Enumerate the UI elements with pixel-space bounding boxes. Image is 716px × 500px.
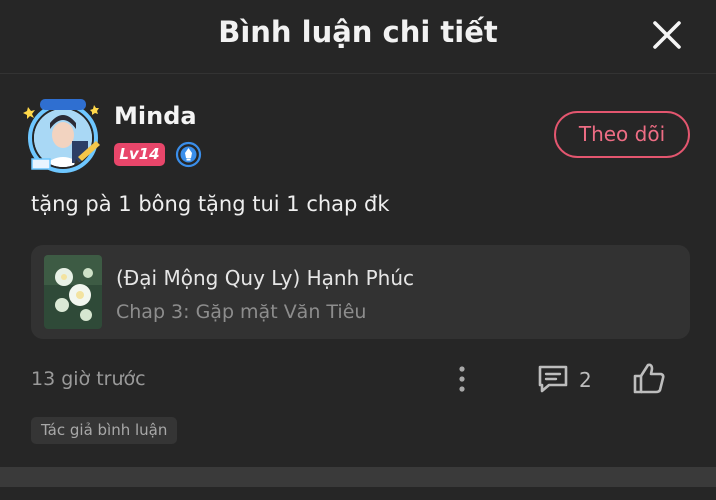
reply-count: 2 [579, 368, 592, 392]
avatar[interactable] [22, 97, 104, 173]
bottom-divider [0, 467, 716, 487]
close-icon[interactable] [648, 16, 686, 54]
story-title: (Đại Mộng Quy Ly) Hạnh Phúc [116, 266, 415, 290]
timestamp: 13 giờ trước [31, 368, 146, 390]
more-vertical-icon[interactable] [450, 364, 474, 394]
page-title: Bình luận chi tiết [218, 15, 498, 49]
chapter-card[interactable]: (Đại Mộng Quy Ly) Hạnh Phúc Chap 3: Gặp … [31, 245, 690, 339]
reply-button[interactable]: 2 [535, 362, 595, 396]
comment-text: tặng pà 1 bông tặng tui 1 chap đk [31, 192, 390, 216]
thumbs-up-icon[interactable] [631, 361, 667, 395]
story-cover-image [44, 255, 102, 329]
comment-icon [538, 365, 568, 393]
follow-button[interactable]: Theo dõi [554, 111, 690, 158]
header: Bình luận chi tiết [0, 0, 716, 74]
level-badge: Lv14 [114, 143, 165, 166]
username[interactable]: Minda [114, 102, 197, 130]
author-tag: Tác giả bình luận [31, 417, 178, 444]
rank-badge-icon [175, 141, 202, 168]
chapter-name: Chap 3: Gặp mặt Văn Tiêu [116, 301, 367, 323]
